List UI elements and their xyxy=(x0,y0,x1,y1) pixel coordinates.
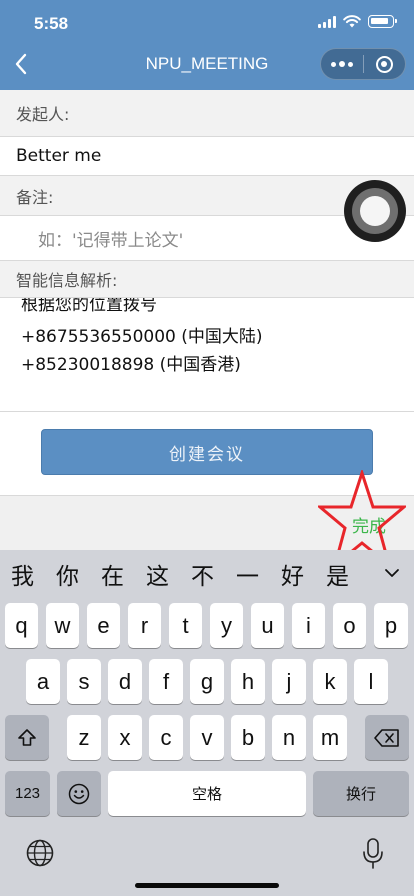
key-t[interactable]: t xyxy=(169,603,202,648)
status-time: 5:58 xyxy=(34,14,69,33)
candidate-word[interactable]: 一 xyxy=(225,557,270,591)
candidate-word[interactable]: 是 xyxy=(315,557,360,591)
key-x[interactable]: x xyxy=(108,715,142,760)
app-header: 5:58 NPU_MEETING xyxy=(0,0,414,90)
space-key[interactable]: 空格 xyxy=(108,771,306,816)
delete-key[interactable] xyxy=(365,715,409,760)
key-v[interactable]: v xyxy=(190,715,224,760)
key-n[interactable]: n xyxy=(272,715,306,760)
key-o[interactable]: o xyxy=(333,603,366,648)
create-meeting-button[interactable]: 创建会议 xyxy=(41,429,373,475)
keyboard: 我 你 在 这 不 一 好 是 q w e r t y u i o p a s … xyxy=(0,550,414,896)
candidate-word[interactable]: 我 xyxy=(0,557,45,591)
key-e[interactable]: e xyxy=(87,603,120,648)
shift-icon xyxy=(18,728,36,746)
parse-line: +85230018898 (中国香港) xyxy=(21,355,241,375)
wifi-icon xyxy=(343,15,361,28)
candidate-word[interactable]: 好 xyxy=(270,557,315,591)
key-j[interactable]: j xyxy=(272,659,306,704)
key-m[interactable]: m xyxy=(313,715,347,760)
done-button[interactable]: 完成 xyxy=(352,512,386,537)
key-s[interactable]: s xyxy=(67,659,101,704)
key-l[interactable]: l xyxy=(354,659,388,704)
key-a[interactable]: a xyxy=(26,659,60,704)
chevron-down-icon[interactable] xyxy=(384,565,400,581)
remark-placeholder: 如：'记得带上论文' xyxy=(38,230,184,251)
parse-line: 根据您的位置拨号 xyxy=(21,297,157,315)
emoji-key[interactable] xyxy=(57,771,101,816)
parse-label-text: 智能信息解析: xyxy=(16,271,118,290)
key-w[interactable]: w xyxy=(46,603,79,648)
key-f[interactable]: f xyxy=(149,659,183,704)
initiator-field[interactable]: Better me xyxy=(0,136,414,176)
parse-result-textarea[interactable]: 根据您的位置拨号 +8675536550000 (中国大陆) +85230018… xyxy=(0,297,414,412)
candidate-word[interactable]: 这 xyxy=(135,557,180,591)
key-c[interactable]: c xyxy=(149,715,183,760)
candidate-word[interactable]: 你 xyxy=(45,557,90,591)
candidate-word[interactable]: 不 xyxy=(180,557,225,591)
parse-line: +8675536550000 (中国大陆) xyxy=(21,327,263,347)
backspace-icon xyxy=(374,728,399,747)
return-key[interactable]: 换行 xyxy=(313,771,409,816)
key-g[interactable]: g xyxy=(190,659,224,704)
battery-icon xyxy=(368,15,397,28)
mini-program-capsule xyxy=(320,48,406,80)
assistive-touch-button[interactable] xyxy=(344,180,406,242)
key-b[interactable]: b xyxy=(231,715,265,760)
candidate-word[interactable]: 在 xyxy=(90,557,135,591)
key-k[interactable]: k xyxy=(313,659,347,704)
home-indicator xyxy=(135,883,279,888)
key-i[interactable]: i xyxy=(292,603,325,648)
globe-icon[interactable] xyxy=(25,838,55,868)
key-q[interactable]: q xyxy=(5,603,38,648)
key-d[interactable]: d xyxy=(108,659,142,704)
status-icons xyxy=(318,15,397,28)
key-y[interactable]: y xyxy=(210,603,243,648)
more-options-icon[interactable] xyxy=(321,49,363,79)
key-p[interactable]: p xyxy=(374,603,408,648)
emoji-icon xyxy=(68,783,90,804)
key-h[interactable]: h xyxy=(231,659,265,704)
initiator-value: Better me xyxy=(16,146,102,166)
candidate-bar: 我 你 在 这 不 一 好 是 xyxy=(0,550,414,598)
numbers-key[interactable]: 123 xyxy=(5,771,50,816)
close-mini-program-icon[interactable] xyxy=(364,49,405,79)
initiator-label: 发起人: xyxy=(0,90,414,136)
key-u[interactable]: u xyxy=(251,603,284,648)
remark-label-text: 备注: xyxy=(16,188,54,207)
shift-key[interactable] xyxy=(5,715,49,760)
key-z[interactable]: z xyxy=(67,715,101,760)
key-r[interactable]: r xyxy=(128,603,161,648)
parse-label: 智能信息解析: xyxy=(0,261,414,297)
microphone-icon[interactable] xyxy=(362,838,384,870)
cellular-signal-icon xyxy=(318,15,336,28)
initiator-label-text: 发起人: xyxy=(16,105,70,124)
